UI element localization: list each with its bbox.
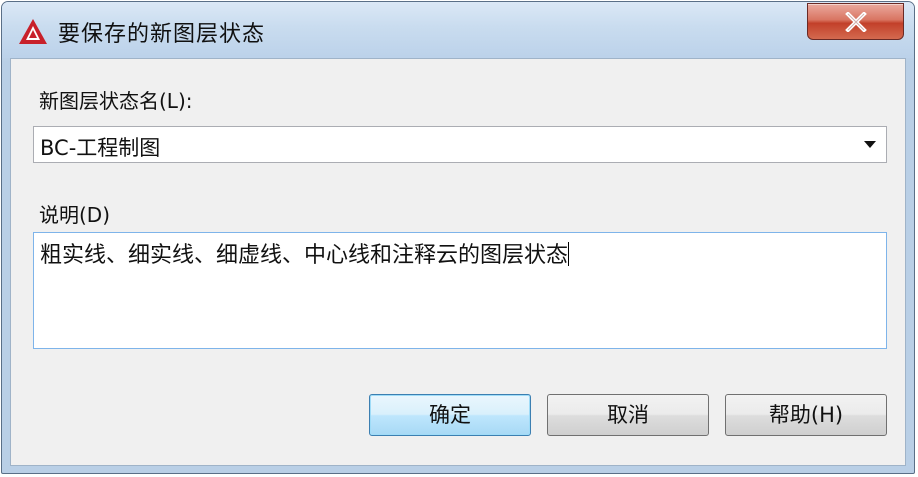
ok-button[interactable]: 确定 — [369, 394, 531, 436]
help-button[interactable]: 帮助(H) — [725, 394, 887, 436]
description-label: 说明(D) — [39, 203, 111, 227]
close-button[interactable] — [807, 3, 904, 40]
layer-state-name-value: BC-工程制图 — [40, 136, 161, 160]
dialog-window: 要保存的新图层状态 新图层状态名(L): BC-工程制图 说明(D) 粗实线、细… — [1, 1, 915, 474]
autocad-a-icon — [18, 18, 48, 45]
window-title: 要保存的新图层状态 — [58, 22, 266, 47]
description-text: 粗实线、细实线、细虚线、中心线和注释云的图层状态 — [40, 237, 570, 269]
title-bar[interactable]: 要保存的新图层状态 — [2, 2, 914, 58]
chevron-down-icon[interactable] — [864, 141, 876, 148]
layer-state-name-combobox[interactable]: BC-工程制图 — [33, 126, 887, 163]
dialog-body: 新图层状态名(L): BC-工程制图 说明(D) 粗实线、细实线、细虚线、中心线… — [10, 58, 906, 466]
text-caret — [568, 242, 570, 266]
description-textarea[interactable]: 粗实线、细实线、细虚线、中心线和注释云的图层状态 — [33, 232, 887, 349]
description-value: 粗实线、细实线、细虚线、中心线和注释云的图层状态 — [40, 243, 569, 268]
layer-state-name-label: 新图层状态名(L): — [39, 89, 193, 113]
cancel-button[interactable]: 取消 — [547, 394, 709, 436]
close-x-icon — [845, 12, 867, 32]
